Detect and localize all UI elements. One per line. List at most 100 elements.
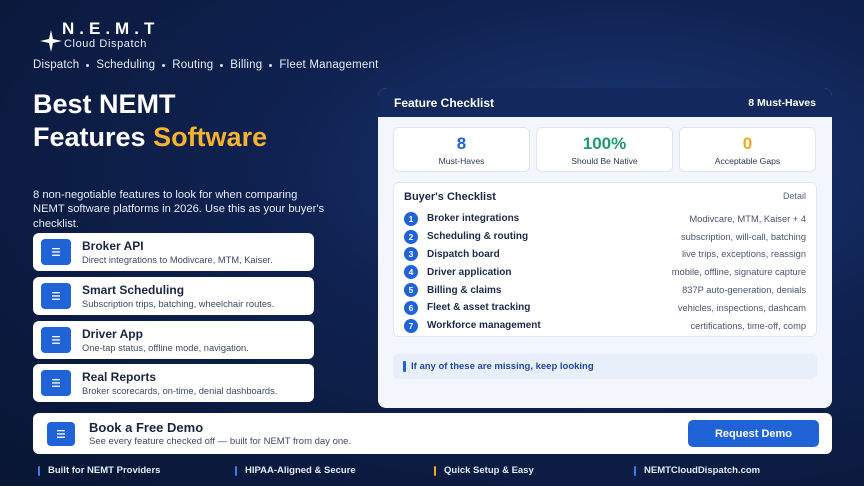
stat-value: 0: [742, 134, 753, 153]
row-name: Scheduling & routing: [427, 231, 529, 243]
row-name: Driver application: [427, 266, 512, 278]
nav-item-fleet-management[interactable]: Fleet Management: [279, 59, 378, 71]
footer-badges: Built for NEMT Providers HIPAA-Aligned &…: [0, 465, 864, 477]
footer-badge-label: HIPAA-Aligned & Secure: [245, 465, 356, 476]
row-name: Billing & claims: [427, 284, 502, 296]
buyers-checklist: Buyer's Checklist Detail 1 Broker integr…: [393, 182, 817, 337]
nav-separator: [269, 63, 273, 67]
row-value: 837P auto-generation, denials: [682, 285, 806, 296]
footer-badge-hipaa: HIPAA-Aligned & Secure: [235, 465, 356, 476]
badge-marker: [38, 465, 40, 476]
footer-badge-label: NEMTCloudDispatch.com: [644, 465, 761, 476]
checklist-row: 6 Fleet & asset tracking vehicles, inspe…: [404, 299, 806, 317]
feature-card-smart-scheduling[interactable]: Smart Scheduling Subscription trips, bat…: [33, 277, 314, 315]
nav-item-scheduling[interactable]: Scheduling: [96, 59, 155, 71]
feature-title: Real Reports: [82, 369, 157, 384]
feature-desc: Direct integrations to Modivcare, MTM, K…: [82, 254, 273, 265]
feature-title: Driver App: [82, 326, 143, 341]
footer-badge-label: Quick Setup & Easy: [444, 465, 534, 476]
row-value: Modivcare, MTM, Kaiser + 4: [689, 213, 806, 224]
badge-marker: [434, 465, 436, 476]
checklist-row: 4 Driver application mobile, offline, si…: [404, 263, 806, 281]
checklist-row: 5 Billing & claims 837P auto-generation,…: [404, 281, 806, 299]
request-demo-button[interactable]: Request Demo: [688, 420, 819, 447]
stat-value: 8: [456, 134, 467, 153]
row-value: vehicles, inspections, dashcam: [677, 302, 806, 313]
intro-text: 8 non-negotiable features to look for wh…: [33, 189, 325, 230]
demo-cta-banner: Book a Free Demo See every feature check…: [33, 413, 832, 454]
stat-label: Must-Haves: [438, 156, 485, 166]
row-value: subscription, will-call, batching: [680, 231, 806, 242]
brand-title: N.E.M.T: [62, 19, 160, 38]
brand-logo: N.E.M.T Cloud Dispatch: [38, 20, 159, 54]
nav-separator: [86, 63, 90, 67]
footer-badge-providers: Built for NEMT Providers: [38, 465, 160, 476]
list-icon: [41, 370, 71, 396]
footer-badge-setup: Quick Setup & Easy: [434, 465, 534, 476]
cta-subtitle: See every feature checked off — built fo…: [89, 436, 352, 447]
checklist-title: Buyer's Checklist: [404, 191, 496, 203]
feature-desc: Broker scorecards, on-time, denial dashb…: [82, 385, 278, 396]
badge-marker: [235, 465, 237, 476]
feature-card-broker-api[interactable]: Broker API Direct integrations to Modivc…: [33, 233, 314, 271]
feature-card-real-reports[interactable]: Real Reports Broker scorecards, on-time,…: [33, 364, 314, 402]
footer-badge-label: Built for NEMT Providers: [48, 465, 161, 476]
stat-label: Should Be Native: [571, 156, 638, 166]
feature-title: Smart Scheduling: [82, 282, 185, 297]
note-accent-bar: [403, 361, 406, 372]
row-name: Broker integrations: [427, 213, 520, 225]
category-nav: Dispatch Scheduling Routing Billing Flee…: [33, 59, 378, 71]
row-value: mobile, offline, signature capture: [671, 267, 806, 278]
footer-website-link[interactable]: NEMTCloudDispatch.com: [634, 465, 760, 476]
feature-card-driver-app[interactable]: Driver App One-tap status, offline mode,…: [33, 321, 314, 359]
feature-checklist-panel: Feature Checklist 8 Must-Haves 8 Must-Ha…: [378, 88, 832, 408]
list-icon: [47, 421, 75, 446]
row-name: Dispatch board: [427, 248, 500, 260]
list-icon: [41, 327, 71, 353]
checklist-detail-link[interactable]: Detail: [783, 191, 806, 203]
nav-separator: [220, 63, 224, 67]
row-number: 2: [404, 229, 418, 244]
stat-card-native: 100% Should Be Native: [536, 127, 673, 172]
checklist-row: 7 Workforce management certifications, t…: [404, 317, 806, 335]
row-number: 1: [404, 211, 418, 226]
sparkle-icon: [38, 28, 64, 54]
stats-row: 8 Must-Haves 100% Should Be Native 0 Acc…: [393, 127, 816, 172]
stat-card-gaps: 0 Acceptable Gaps: [679, 127, 816, 172]
feature-desc: Subscription trips, batching, wheelchair…: [82, 298, 275, 309]
list-icon: [41, 239, 71, 265]
nav-item-dispatch[interactable]: Dispatch: [33, 59, 79, 71]
note-text: If any of these are missing, keep lookin…: [411, 361, 594, 372]
brand-subtitle: Cloud Dispatch: [64, 38, 147, 50]
nav-separator: [162, 63, 166, 67]
panel-header: Feature Checklist 8 Must-Haves: [378, 88, 832, 117]
checklist-row: 1 Broker integrations Modivcare, MTM, Ka…: [404, 210, 806, 228]
hero-line-1: Best NEMT: [33, 89, 176, 119]
cta-title: Book a Free Demo: [89, 420, 204, 435]
stat-value: 100%: [582, 134, 627, 153]
list-icon: [41, 283, 71, 309]
hero-accent-word: Software: [153, 122, 268, 152]
stat-card-must-haves: 8 Must-Haves: [393, 127, 530, 172]
hero-line-2-prefix: Features: [33, 122, 154, 152]
nav-item-routing[interactable]: Routing: [172, 59, 213, 71]
checklist-row: 3 Dispatch board live trips, exceptions,…: [404, 246, 806, 264]
hero-line-2: Features Software: [33, 121, 267, 154]
page-title: Best NEMT Features Software: [33, 88, 267, 154]
row-value: live trips, exceptions, reassign: [681, 249, 806, 260]
warning-note: If any of these are missing, keep lookin…: [393, 354, 817, 379]
badge-marker: [634, 465, 636, 476]
panel-count: 8 Must-Haves: [748, 96, 816, 109]
row-number: 3: [404, 247, 418, 262]
feature-desc: One-tap status, offline mode, navigation…: [82, 342, 249, 353]
stat-label: Acceptable Gaps: [714, 156, 781, 166]
feature-title: Broker API: [82, 238, 144, 253]
row-name: Workforce management: [427, 320, 541, 332]
row-number: 4: [404, 265, 418, 280]
row-number: 6: [404, 300, 418, 315]
panel-title: Feature Checklist: [394, 95, 495, 110]
row-name: Fleet & asset tracking: [427, 302, 531, 314]
nav-item-billing[interactable]: Billing: [230, 59, 262, 71]
checklist-row: 2 Scheduling & routing subscription, wil…: [404, 228, 806, 246]
row-number: 7: [404, 318, 418, 333]
